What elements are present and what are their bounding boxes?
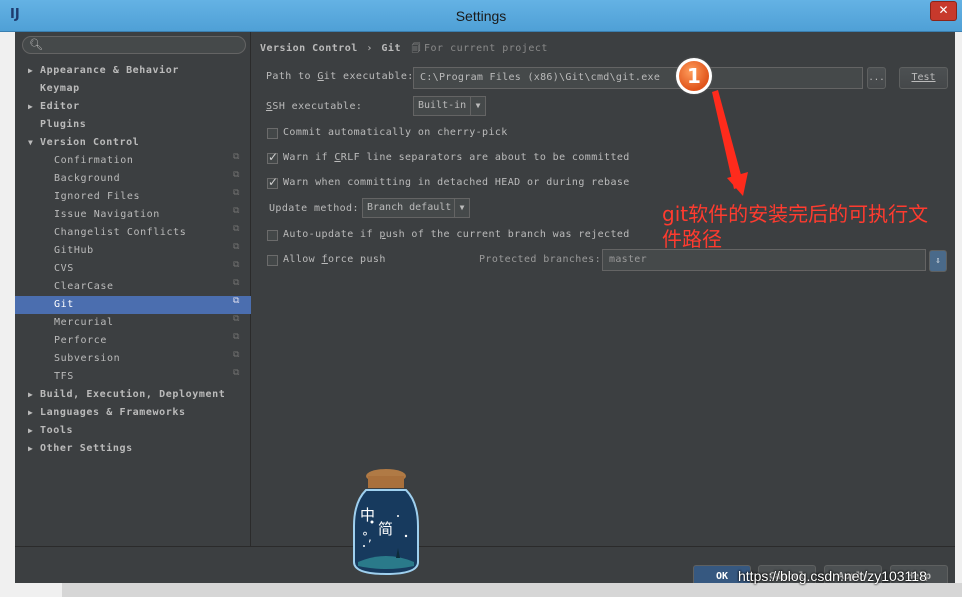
ime-chinese-mode-label: 中 xyxy=(360,506,376,524)
ime-punctuation-label: °, xyxy=(362,530,372,544)
annotation-text: git软件的安装完后的可执行文件路径 xyxy=(662,202,929,251)
ime-floating-widget[interactable]: 中 简 °, xyxy=(350,466,422,576)
watermark-url: https://blog.csdn.net/zy103118 xyxy=(738,568,927,584)
annotation-arrow xyxy=(712,90,748,196)
ime-simplified-label: 简 xyxy=(378,520,394,538)
annotation-badge: 1 xyxy=(676,58,712,94)
